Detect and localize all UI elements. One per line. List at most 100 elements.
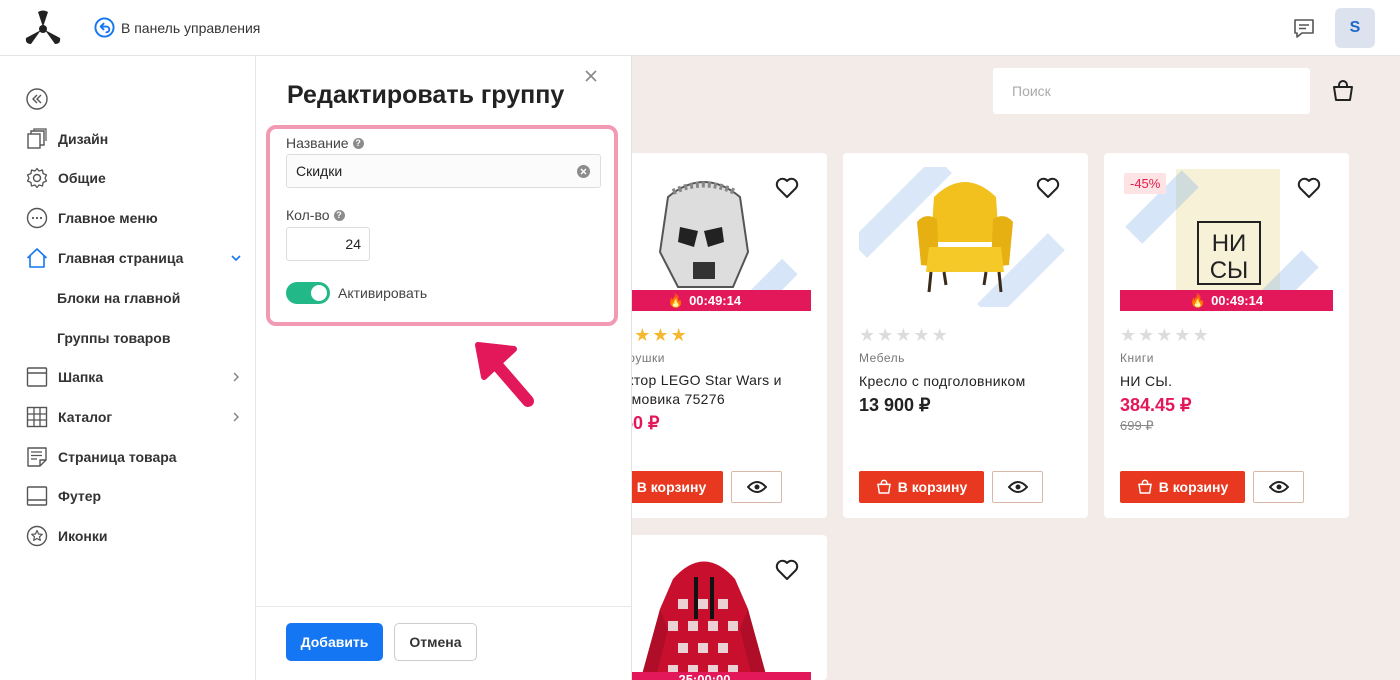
quick-view-button[interactable] bbox=[731, 471, 782, 503]
eye-icon bbox=[746, 481, 767, 493]
user-avatar[interactable]: S bbox=[1335, 8, 1375, 48]
star-icon: ★ bbox=[1174, 325, 1191, 345]
chevron-right-icon bbox=[233, 412, 240, 422]
design-icon bbox=[27, 128, 47, 149]
sidebar-item-general[interactable]: Общие bbox=[26, 166, 246, 190]
star-icon: ★ bbox=[1156, 325, 1173, 345]
sidebar-item-icons[interactable]: Иконки bbox=[26, 524, 246, 548]
add-to-cart-button[interactable]: В корзину bbox=[859, 471, 984, 503]
sidebar-item-label: Дизайн bbox=[58, 131, 109, 147]
star-icon: ★ bbox=[859, 325, 876, 345]
quick-view-button[interactable] bbox=[992, 471, 1043, 503]
add-to-cart-label: В корзину bbox=[636, 479, 707, 495]
product-title[interactable]: Кресло с подголовником bbox=[859, 372, 1074, 391]
eye-icon bbox=[1007, 481, 1028, 493]
heart-icon[interactable] bbox=[775, 559, 799, 581]
page-icon bbox=[27, 447, 47, 467]
panel-footer: Добавить Отмена bbox=[256, 606, 632, 680]
star-icon: ★ bbox=[1192, 325, 1209, 345]
product-category: Книги bbox=[1120, 351, 1154, 365]
menu-dots-icon bbox=[26, 207, 48, 229]
rating-stars: ★★★★★ bbox=[1120, 326, 1209, 344]
product-title[interactable]: НИ СЫ. bbox=[1120, 372, 1335, 391]
sidebar-item-label: Шапка bbox=[58, 369, 104, 385]
sidebar-item-product-page[interactable]: Страница товара bbox=[26, 445, 246, 469]
timer-value: 00:49:14 bbox=[1211, 293, 1264, 308]
product-price: 384.45 ₽ bbox=[1120, 395, 1192, 415]
shopping-bag-icon bbox=[876, 479, 891, 494]
sidebar-item-label: Главная страница bbox=[58, 250, 184, 266]
collapse-sidebar-icon[interactable] bbox=[26, 88, 48, 110]
star-icon: ★ bbox=[931, 325, 948, 345]
fire-icon: 🔥 bbox=[1189, 292, 1207, 308]
heart-icon[interactable] bbox=[1297, 177, 1321, 199]
group-name-input[interactable] bbox=[286, 154, 601, 188]
qty-field-label: Кол-во ? bbox=[286, 207, 345, 223]
sidebar-item-home-page[interactable]: Главная страница bbox=[26, 246, 246, 270]
star-icon: ★ bbox=[670, 325, 687, 345]
cancel-button[interactable]: Отмена bbox=[394, 623, 477, 661]
name-label-text: Название bbox=[286, 135, 349, 151]
activate-toggle[interactable] bbox=[286, 282, 330, 304]
chat-icon[interactable] bbox=[1292, 16, 1316, 40]
logo-icon[interactable] bbox=[24, 10, 62, 44]
add-to-cart-label: В корзину bbox=[1158, 479, 1229, 495]
star-icon: ★ bbox=[895, 325, 912, 345]
annotation-arrow-icon bbox=[475, 342, 534, 407]
sidebar-subitem-home-blocks[interactable]: Блоки на главной bbox=[57, 290, 180, 306]
header-icon bbox=[26, 367, 48, 387]
shopping-bag-icon bbox=[1137, 479, 1152, 494]
heart-icon[interactable] bbox=[1036, 177, 1060, 199]
star-icon: ★ bbox=[913, 325, 930, 345]
footer-icon bbox=[26, 486, 48, 506]
svg-text:СЫ: СЫ bbox=[1210, 257, 1249, 284]
sidebar-item-main-menu[interactable]: Главное меню bbox=[26, 206, 246, 230]
chevron-down-icon bbox=[231, 255, 241, 262]
sidebar-item-header[interactable]: Шапка bbox=[26, 365, 246, 389]
close-icon[interactable] bbox=[583, 68, 599, 84]
sidebar: Дизайн Общие Главное меню Главная страни… bbox=[0, 56, 256, 680]
quick-view-button[interactable] bbox=[1253, 471, 1304, 503]
star-icon: ★ bbox=[652, 325, 669, 345]
sidebar-item-design[interactable]: Дизайн bbox=[26, 127, 246, 151]
sidebar-item-catalog[interactable]: Каталог bbox=[26, 405, 246, 429]
star-icon: ★ bbox=[1120, 325, 1137, 345]
help-icon[interactable]: ? bbox=[333, 209, 345, 221]
product-price: 13 900 ₽ bbox=[859, 395, 931, 415]
help-icon[interactable]: ? bbox=[352, 137, 364, 149]
sidebar-subitem-product-groups[interactable]: Группы товаров bbox=[57, 330, 170, 346]
name-field-label: Название ? bbox=[286, 135, 364, 151]
sidebar-item-footer[interactable]: Футер bbox=[26, 484, 246, 508]
product-old-price: 699 ₽ bbox=[1120, 418, 1154, 433]
product-card[interactable]: НИ СЫ -45% 🔥 00:49:14 ★ ★ ★ ★ ★ Книги НИ СЫ.… bbox=[1104, 153, 1349, 518]
star-icon: ★ bbox=[634, 325, 651, 345]
sidebar-item-label: Каталог bbox=[58, 409, 113, 425]
discount-badge: -45% bbox=[1124, 173, 1167, 194]
timer-value: 25:00:00 bbox=[678, 672, 731, 680]
svg-text:НИ: НИ bbox=[1212, 230, 1247, 257]
gear-icon bbox=[26, 167, 48, 189]
back-to-dashboard-link[interactable]: В панель управления bbox=[94, 17, 260, 38]
chevron-right-icon bbox=[233, 372, 240, 382]
panel-title: Редактировать группу bbox=[287, 81, 565, 109]
heart-icon[interactable] bbox=[775, 177, 799, 199]
rating-stars: ★★★★★ bbox=[859, 326, 948, 344]
add-to-cart-label: В корзину bbox=[897, 479, 968, 495]
timer-value: 00:49:14 bbox=[689, 293, 742, 308]
quantity-input[interactable] bbox=[286, 227, 370, 261]
product-card[interactable]: ★ ★ ★ ★ ★ Мебель Кресло с подголовником 13 9… bbox=[843, 153, 1088, 518]
star-icon: ★ bbox=[1138, 325, 1155, 345]
qty-label-text: Кол-во bbox=[286, 207, 330, 223]
shopping-bag-icon[interactable] bbox=[1331, 79, 1355, 103]
clear-input-icon[interactable] bbox=[577, 165, 590, 178]
sidebar-item-label: Футер bbox=[58, 488, 102, 504]
top-bar: В панель управления S bbox=[0, 0, 1400, 56]
home-icon bbox=[26, 248, 48, 268]
countdown-timer: 🔥 00:49:14 bbox=[1120, 290, 1333, 311]
back-link-label: В панель управления bbox=[121, 19, 261, 36]
store-search-input[interactable] bbox=[993, 68, 1310, 114]
add-button[interactable]: Добавить bbox=[286, 623, 383, 661]
edit-group-panel: Редактировать группу Название ? Кол-во ?… bbox=[256, 56, 632, 680]
add-to-cart-button[interactable]: В корзину bbox=[1120, 471, 1245, 503]
sidebar-item-label: Страница товара bbox=[58, 449, 177, 465]
